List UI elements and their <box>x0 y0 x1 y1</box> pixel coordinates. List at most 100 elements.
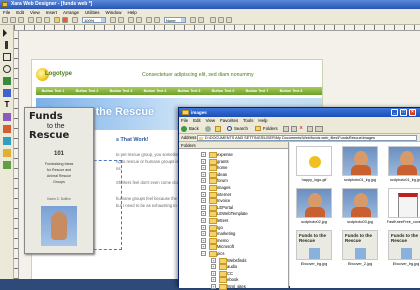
menu-utilities[interactable]: Utilities <box>82 9 103 16</box>
nav-button-5[interactable]: Button Text 5 <box>172 87 206 95</box>
expand-toggle-icon[interactable]: + <box>201 198 206 204</box>
explorer-menu-help[interactable]: Help <box>258 118 267 123</box>
file-name[interactable]: scdphoto01_lrg.jpg <box>384 178 420 182</box>
minimize-icon[interactable]: _ <box>391 109 398 116</box>
expand-toggle-icon[interactable]: − <box>201 251 206 256</box>
menu-arrange[interactable]: Arrange <box>60 9 82 16</box>
nav-button-6[interactable]: Button Text 6 <box>206 87 240 95</box>
expand-toggle-icon[interactable]: + <box>201 244 206 250</box>
file-name[interactable]: Ebcover_lrg.jpg <box>292 262 336 266</box>
fill-tool-icon[interactable] <box>3 113 11 121</box>
nav-button-7[interactable]: Button Text 7 <box>240 87 274 95</box>
copy-to-icon[interactable] <box>291 126 297 132</box>
expand-toggle-icon[interactable]: + <box>201 165 206 171</box>
shadow-tool-icon[interactable] <box>3 137 11 145</box>
menu-file[interactable]: File <box>0 9 13 16</box>
grid-icon[interactable] <box>154 17 160 23</box>
italic-icon[interactable] <box>136 17 142 23</box>
file-thumbnail[interactable] <box>388 146 420 176</box>
bold-icon[interactable] <box>128 17 134 23</box>
expand-toggle-icon[interactable]: + <box>201 171 206 177</box>
file-thumbnail[interactable] <box>342 188 378 218</box>
file-thumbnail[interactable] <box>296 146 332 176</box>
ellipse-tool-icon[interactable] <box>3 65 11 73</box>
explorer-menu-tools[interactable]: Tools <box>243 118 253 123</box>
copy-icon[interactable] <box>36 17 42 23</box>
file-thumbnail[interactable] <box>342 230 378 260</box>
file-name[interactable]: Ebcover_2.jpg <box>338 262 382 266</box>
logo[interactable]: Logotype <box>36 68 80 82</box>
expand-toggle-icon[interactable]: + <box>201 204 206 210</box>
file-name[interactable]: scdphoto02.jpg <box>292 220 336 224</box>
nav-button-8[interactable]: Button Text 8 <box>274 87 308 95</box>
folders-icon[interactable] <box>255 126 261 131</box>
up-folder-icon[interactable] <box>215 126 221 132</box>
move-to-icon[interactable] <box>283 126 289 132</box>
nav-button-3[interactable]: Button Text 3 <box>104 87 138 95</box>
push-tool-icon[interactable] <box>3 89 11 97</box>
menu-help[interactable]: Help <box>125 9 140 16</box>
expand-toggle-icon[interactable]: + <box>211 264 216 270</box>
file-thumbnail[interactable] <box>296 188 332 218</box>
zoom-combo[interactable]: 100% <box>82 17 106 23</box>
menu-edit[interactable]: Edit <box>13 9 27 16</box>
address-field[interactable]: D:\DOCUMENTS AND SETTINGS\USER\My Docume… <box>197 135 417 141</box>
folder-tree-item[interactable]: + html_sites <box>211 283 246 290</box>
expand-toggle-icon[interactable]: + <box>211 277 216 283</box>
back-button[interactable]: Back <box>189 124 199 134</box>
menu-insert[interactable]: Insert <box>43 9 60 16</box>
align-icon[interactable] <box>210 17 216 23</box>
nav-button-4[interactable]: Button Text 4 <box>138 87 172 95</box>
views-icon[interactable] <box>315 126 323 132</box>
expand-toggle-icon[interactable]: + <box>201 224 206 230</box>
layer-combo[interactable]: None <box>164 17 186 23</box>
text-tool-icon[interactable]: T <box>3 101 11 109</box>
preview-icon[interactable] <box>190 17 196 23</box>
delete-icon[interactable]: × <box>299 125 305 132</box>
open-icon[interactable] <box>10 17 16 23</box>
file-name[interactable]: Ebcover_lrg.jpg <box>384 262 420 266</box>
expand-toggle-icon[interactable]: + <box>201 231 206 237</box>
help-icon[interactable] <box>226 17 232 23</box>
file-thumbnail[interactable] <box>388 188 420 218</box>
forward-arrow-icon[interactable] <box>205 126 211 132</box>
save-icon[interactable] <box>18 17 24 23</box>
rectangle-tool-icon[interactable] <box>3 53 11 61</box>
explorer-menu-view[interactable]: View <box>206 118 215 123</box>
explorer-menu-edit[interactable]: Edit <box>193 118 201 123</box>
folders-button[interactable]: Folders <box>263 124 278 134</box>
shape-editor-tool-icon[interactable] <box>5 41 8 49</box>
expand-toggle-icon[interactable]: + <box>201 218 206 223</box>
snap-icon[interactable] <box>146 17 152 23</box>
explorer-menu-favorites[interactable]: Favorites <box>220 118 238 123</box>
menu-window[interactable]: Window <box>103 9 125 16</box>
expand-toggle-icon[interactable]: + <box>201 191 206 197</box>
file-name[interactable]: FastKneeFree_cover... <box>384 220 420 224</box>
close-icon[interactable]: × <box>409 109 416 116</box>
paste-icon[interactable] <box>44 17 50 23</box>
zoom-tool-icon[interactable] <box>3 77 11 85</box>
file-name[interactable]: happy_logo.gif <box>292 178 336 182</box>
redo-icon[interactable] <box>72 17 78 23</box>
selector-tool-icon[interactable] <box>3 29 7 37</box>
transparency-tool-icon[interactable] <box>3 125 11 133</box>
delete-icon[interactable] <box>62 17 68 23</box>
blend-tool-icon[interactable] <box>3 161 11 169</box>
photo-tool-icon[interactable] <box>3 149 11 157</box>
zoom-out-icon[interactable] <box>118 17 124 23</box>
export-icon[interactable] <box>198 17 204 23</box>
file-thumbnail[interactable] <box>342 146 378 176</box>
file-name[interactable]: scdphoto03.jpg <box>338 220 382 224</box>
nav-button-2[interactable]: Button Text 2 <box>70 87 104 95</box>
expand-toggle-icon[interactable]: + <box>201 158 206 164</box>
zoom-in-icon[interactable] <box>110 17 116 23</box>
menu-view[interactable]: View <box>27 9 43 16</box>
file-name[interactable]: scdphoto01_lrg.jpg <box>338 178 382 182</box>
new-icon[interactable] <box>2 17 8 23</box>
expand-toggle-icon[interactable]: + <box>201 178 206 184</box>
file-thumbnail[interactable] <box>296 230 332 260</box>
undo-icon[interactable] <box>54 17 60 23</box>
expand-toggle-icon[interactable]: + <box>201 211 206 217</box>
expand-toggle-icon[interactable]: + <box>201 237 206 243</box>
expand-toggle-icon[interactable]: + <box>201 185 206 190</box>
